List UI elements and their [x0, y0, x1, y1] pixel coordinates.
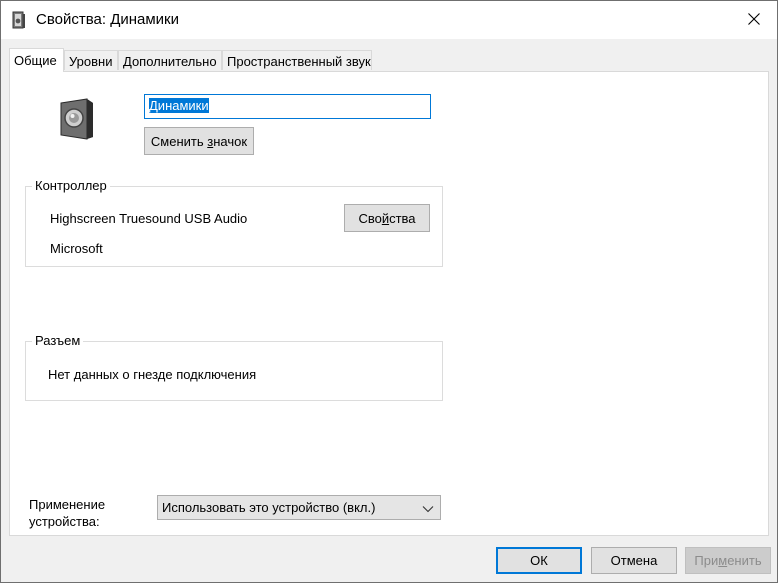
properties-label-hotkey: й [381, 210, 390, 226]
apply-label-post: енить [727, 553, 762, 568]
controller-group: Контроллер Highscreen Truesound USB Audi… [25, 178, 443, 267]
apply-label-hotkey: м [718, 553, 728, 568]
device-usage-label-line1: Применение [29, 497, 106, 512]
jack-group-label: Разъем [32, 333, 84, 348]
change-icon-label-pre: Сменить [150, 133, 208, 149]
device-usage-selected: Использовать это устройство (вкл.) [162, 500, 376, 515]
tab-advanced[interactable]: Дополнительно [118, 50, 222, 70]
tab-general[interactable]: Общие [9, 48, 64, 72]
device-speaker-icon [57, 97, 97, 141]
change-icon-label-post: начок [213, 133, 248, 149]
ok-button[interactable]: ОК [496, 547, 582, 574]
device-usage-select[interactable]: Использовать это устройство (вкл.) [157, 495, 441, 520]
general-panel: Динамики Сменить з начок Контроллер Highs… [9, 71, 769, 536]
window-title: Свойства: Динамики [36, 11, 179, 28]
device-name-value: Динамики [149, 98, 209, 113]
properties-label-pre: Сво [358, 210, 382, 226]
close-icon [748, 12, 760, 28]
title-bar[interactable]: Свойства: Динамики [1, 1, 777, 39]
speaker-icon [12, 11, 26, 29]
tab-strip: Общие Уровни Дополнительно Пространствен… [9, 48, 769, 72]
controller-vendor: Microsoft [50, 241, 103, 256]
chevron-down-icon [422, 502, 434, 513]
jack-info: Нет данных о гнезде подключения [48, 367, 257, 382]
device-usage-label-line2: устройства: [29, 514, 100, 529]
properties-window: Свойства: Динамики Общие Уровни Дополнит… [0, 0, 778, 583]
apply-button[interactable]: При м енить [685, 547, 771, 574]
tab-spatial-sound[interactable]: Пространственный звук [222, 50, 372, 70]
cancel-button[interactable]: Отмена [591, 547, 677, 574]
controller-name: Highscreen Truesound USB Audio [50, 211, 248, 226]
close-button[interactable] [731, 1, 777, 39]
properties-label-post: ства [389, 210, 416, 226]
change-icon-button[interactable]: Сменить з начок [144, 127, 254, 155]
controller-group-label: Контроллер [32, 178, 110, 193]
jack-group: Разъем Нет данных о гнезде подключения [25, 333, 443, 401]
apply-label-pre: При [694, 553, 719, 568]
tab-levels[interactable]: Уровни [64, 50, 118, 70]
device-name-input[interactable]: Динамики [144, 94, 431, 119]
controller-properties-button[interactable]: Сво й ства [344, 204, 430, 232]
